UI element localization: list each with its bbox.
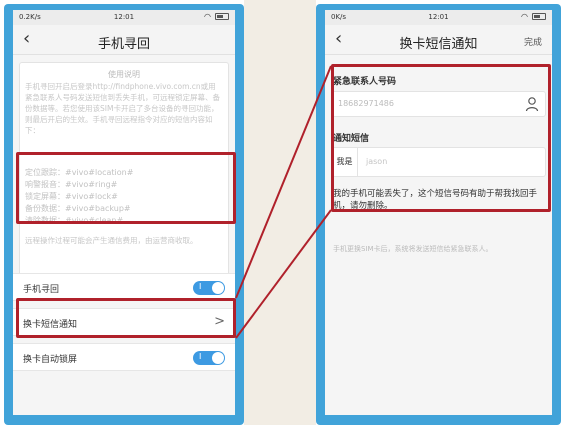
fee-note: 远程操作过程可能会产生通信费用，由运营商收取。 (25, 236, 198, 245)
phone-finder-toggle[interactable]: I (193, 281, 225, 295)
commands-highlight-box (16, 152, 236, 224)
row-label: 手机寻回 (23, 285, 60, 295)
phone-finder-row[interactable]: 手机寻回 I (13, 273, 235, 301)
page-title: 手机寻回 (97, 37, 150, 52)
nav-bar: ‹ 换卡短信通知 完成 (325, 25, 552, 55)
status-bar: 0K/s 12:01 ◠ (325, 10, 552, 25)
status-bar: 0.2K/s 12:01 ◠ (13, 10, 235, 25)
battery-icon (215, 13, 229, 20)
sim-change-lock-toggle[interactable]: I (193, 351, 225, 365)
battery-icon (532, 13, 546, 20)
description-title: 使用说明 (108, 70, 140, 79)
toggle-on-mark: I (199, 282, 202, 291)
status-icons: ◠ (204, 12, 229, 21)
done-button[interactable]: 完成 (524, 35, 542, 48)
toggle-knob (212, 352, 224, 364)
row-label: 换卡自动锁屏 (23, 355, 78, 365)
sim-change-lock-row[interactable]: 换卡自动锁屏 I (13, 343, 235, 371)
toggle-on-mark: I (199, 352, 202, 361)
background-gap (244, 0, 316, 425)
wifi-icon: ◠ (204, 12, 211, 21)
page-title: 换卡短信通知 (399, 37, 478, 52)
status-icons: ◠ (521, 12, 546, 21)
clock: 12:01 (113, 13, 135, 21)
sms-row-highlight-box (16, 298, 236, 338)
nav-bar: ‹ 手机寻回 (13, 25, 235, 55)
footer-note: 手机更换SIM卡后，系统将发送短信给紧急联系人。 (333, 245, 493, 253)
wifi-icon: ◠ (521, 12, 528, 21)
description-body: 手机寻回开启后登录http://findphone.vivo.com.cn或用紧… (25, 82, 220, 135)
clock: 12:01 (428, 13, 449, 21)
toggle-knob (212, 282, 224, 294)
sms-settings-highlight-box (331, 64, 551, 212)
